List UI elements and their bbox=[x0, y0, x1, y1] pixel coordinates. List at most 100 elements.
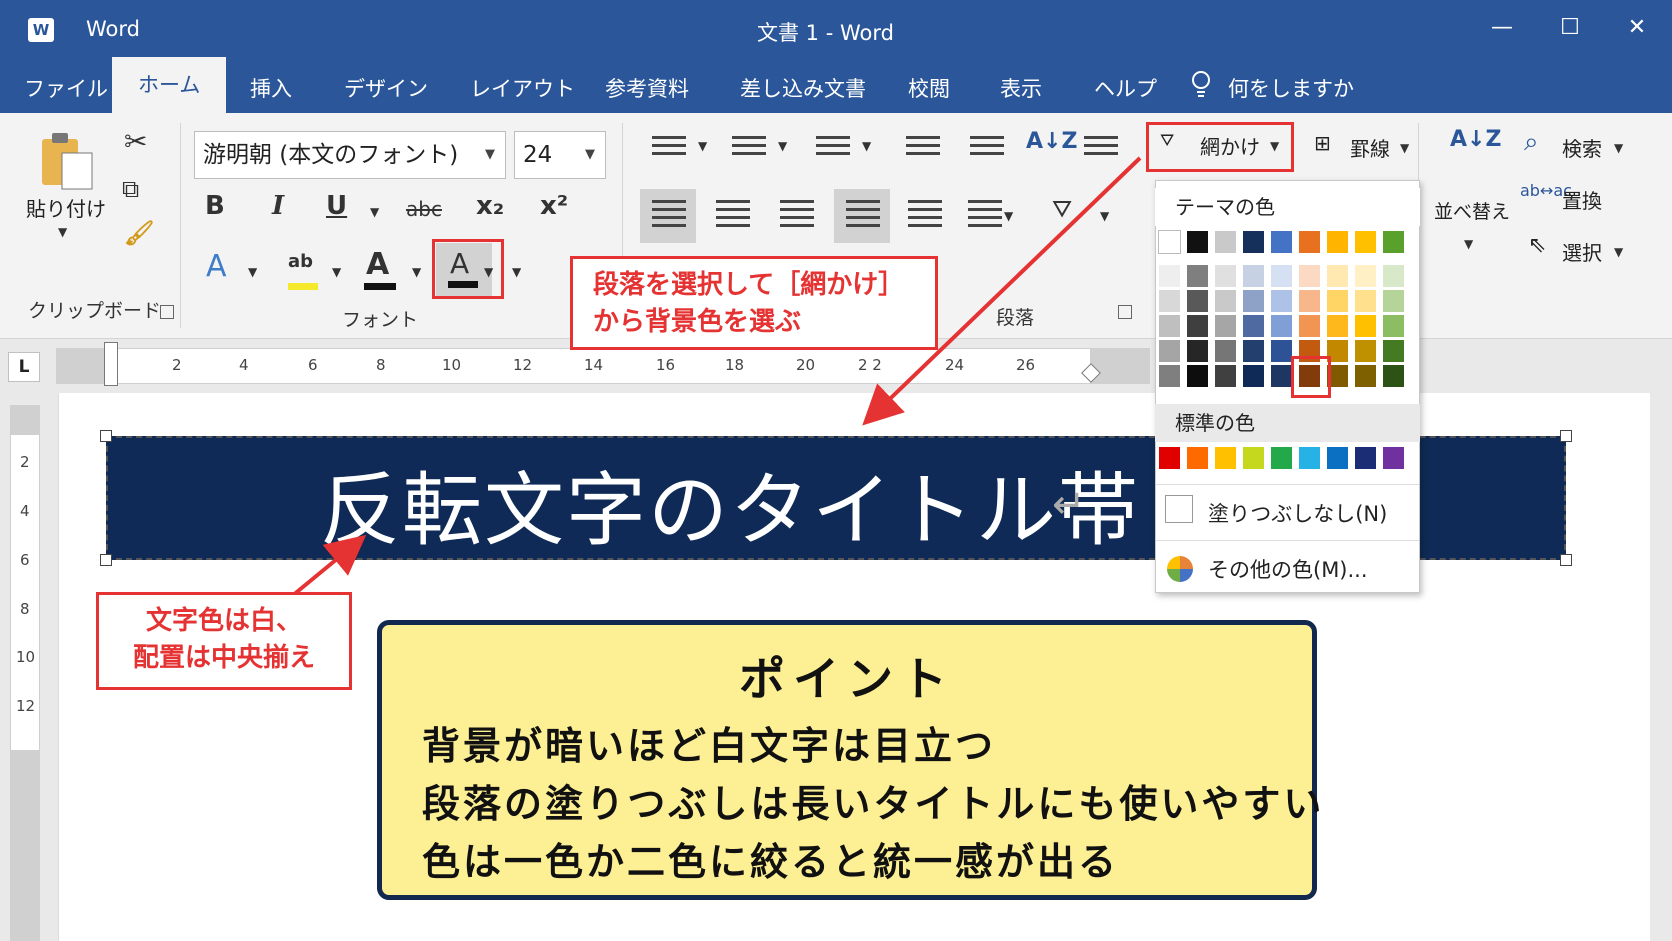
sort-icon[interactable]: A↓Z bbox=[1026, 129, 1077, 154]
subscript-button[interactable]: x₂ bbox=[476, 191, 504, 221]
numbering-dropdown-icon[interactable]: ▼ bbox=[778, 139, 787, 153]
theme-shade-swatch[interactable] bbox=[1270, 339, 1293, 363]
theme-color-swatch[interactable] bbox=[1186, 230, 1209, 254]
tab-references[interactable]: 参考資料 bbox=[605, 69, 689, 113]
theme-shade-swatch[interactable] bbox=[1382, 314, 1405, 338]
theme-color-swatch[interactable] bbox=[1326, 230, 1349, 254]
theme-shade-swatch[interactable] bbox=[1298, 264, 1321, 288]
theme-shade-swatch[interactable] bbox=[1326, 264, 1349, 288]
theme-shade-swatch[interactable] bbox=[1242, 339, 1265, 363]
theme-shade-swatch[interactable] bbox=[1298, 289, 1321, 313]
borders-dropdown-icon[interactable]: ▼ bbox=[1400, 141, 1409, 155]
theme-color-swatch[interactable] bbox=[1298, 230, 1321, 254]
tab-file[interactable]: ファイル bbox=[24, 69, 108, 113]
paragraph-shading-small-dropdown-icon[interactable]: ▼ bbox=[1100, 209, 1109, 223]
theme-shade-swatch[interactable] bbox=[1186, 339, 1209, 363]
tab-review[interactable]: 校閲 bbox=[908, 69, 950, 113]
theme-shade-swatch[interactable] bbox=[1214, 339, 1237, 363]
paste-icon[interactable] bbox=[40, 131, 96, 193]
theme-color-swatch[interactable] bbox=[1242, 230, 1265, 254]
indent-marker[interactable] bbox=[104, 342, 118, 386]
numbering-icon[interactable] bbox=[732, 131, 766, 160]
theme-shade-swatch[interactable] bbox=[1326, 289, 1349, 313]
theme-shade-swatch[interactable] bbox=[1382, 264, 1405, 288]
theme-shade-swatch[interactable] bbox=[1382, 364, 1405, 388]
paragraph-launcher-icon[interactable] bbox=[1118, 305, 1132, 319]
increase-indent-icon[interactable] bbox=[970, 131, 1004, 160]
theme-shade-swatch[interactable] bbox=[1242, 364, 1265, 388]
line-spacing-dropdown-icon[interactable]: ▼ bbox=[1004, 209, 1013, 223]
theme-shade-swatch[interactable] bbox=[1214, 314, 1237, 338]
maximize-button[interactable]: ☐ bbox=[1548, 10, 1592, 46]
bullets-dropdown-icon[interactable]: ▼ bbox=[698, 139, 707, 153]
theme-shade-swatch[interactable] bbox=[1354, 314, 1377, 338]
format-painter-icon[interactable]: 🖌 bbox=[124, 219, 154, 247]
standard-color-swatch[interactable] bbox=[1326, 446, 1349, 470]
theme-shade-swatch[interactable] bbox=[1158, 289, 1181, 313]
line-spacing-icon[interactable] bbox=[968, 195, 1002, 232]
align-left-icon[interactable] bbox=[652, 195, 686, 232]
copy-icon[interactable]: ⧉ bbox=[122, 175, 139, 203]
tab-selector[interactable]: L bbox=[8, 352, 40, 382]
distribute-icon[interactable] bbox=[908, 195, 942, 232]
theme-shade-swatch[interactable] bbox=[1186, 314, 1209, 338]
decrease-indent-icon[interactable] bbox=[906, 131, 940, 160]
theme-color-swatch[interactable] bbox=[1270, 230, 1293, 254]
theme-color-swatch[interactable] bbox=[1354, 230, 1377, 254]
theme-shade-swatch[interactable] bbox=[1158, 364, 1181, 388]
theme-shade-swatch[interactable] bbox=[1158, 264, 1181, 288]
select-button[interactable]: 選択 bbox=[1562, 237, 1602, 266]
replace-button[interactable]: 置換 bbox=[1562, 185, 1602, 214]
sort-dropdown-icon[interactable]: ▼ bbox=[1464, 237, 1473, 251]
highlight-button[interactable]: ab bbox=[288, 251, 313, 272]
theme-shade-swatch[interactable] bbox=[1158, 339, 1181, 363]
standard-color-swatch[interactable] bbox=[1214, 446, 1237, 470]
tab-design[interactable]: デザイン bbox=[344, 69, 428, 113]
more-colors-label[interactable]: その他の色(M)... bbox=[1208, 554, 1368, 584]
theme-shade-swatch[interactable] bbox=[1270, 264, 1293, 288]
theme-shade-swatch[interactable] bbox=[1382, 289, 1405, 313]
text-effects-button[interactable]: A bbox=[206, 249, 227, 284]
standard-color-swatch[interactable] bbox=[1158, 446, 1181, 470]
paragraph-shading-icon[interactable]: ⛛ bbox=[1052, 195, 1072, 223]
theme-shade-swatch[interactable] bbox=[1382, 339, 1405, 363]
tab-home[interactable]: ホーム bbox=[112, 57, 227, 113]
multilevel-dropdown-icon[interactable]: ▼ bbox=[862, 139, 871, 153]
theme-shade-swatch[interactable] bbox=[1242, 314, 1265, 338]
text-effects-dropdown-icon[interactable]: ▼ bbox=[248, 265, 257, 279]
paste-button[interactable]: 貼り付け bbox=[26, 193, 106, 222]
theme-shade-swatch[interactable] bbox=[1214, 289, 1237, 313]
underline-button[interactable]: U bbox=[326, 191, 347, 221]
theme-shade-swatch[interactable] bbox=[1270, 289, 1293, 313]
theme-shade-swatch[interactable] bbox=[1354, 339, 1377, 363]
theme-shade-swatch[interactable] bbox=[1354, 289, 1377, 313]
title-band-text[interactable]: 反転文字のタイトル帯 bbox=[320, 446, 1140, 562]
cut-icon[interactable]: ✂ bbox=[124, 125, 147, 158]
font-color-dropdown-icon[interactable]: ▼ bbox=[412, 265, 421, 279]
theme-shade-swatch[interactable] bbox=[1214, 364, 1237, 388]
strikethrough-button[interactable]: abc bbox=[406, 197, 442, 221]
find-button[interactable]: 検索 bbox=[1562, 133, 1602, 162]
bullets-icon[interactable] bbox=[652, 131, 686, 160]
no-fill-label[interactable]: 塗りつぶしなし(N) bbox=[1208, 498, 1387, 528]
minimize-button[interactable]: — bbox=[1480, 10, 1524, 46]
selection-handle[interactable] bbox=[100, 430, 112, 442]
horizontal-ruler[interactable] bbox=[56, 348, 1096, 384]
standard-color-swatch[interactable] bbox=[1242, 446, 1265, 470]
tell-me-search[interactable]: 何をしますか bbox=[1228, 69, 1354, 113]
standard-color-swatch[interactable] bbox=[1270, 446, 1293, 470]
show-marks-icon[interactable] bbox=[1084, 131, 1118, 160]
tab-insert[interactable]: 挿入 bbox=[250, 69, 292, 113]
tab-view[interactable]: 表示 bbox=[1000, 69, 1042, 113]
highlight-dropdown-icon[interactable]: ▼ bbox=[332, 265, 341, 279]
theme-shade-swatch[interactable] bbox=[1214, 264, 1237, 288]
standard-color-swatch[interactable] bbox=[1298, 446, 1321, 470]
theme-shade-swatch[interactable] bbox=[1186, 264, 1209, 288]
standard-color-swatch[interactable] bbox=[1382, 446, 1405, 470]
selection-handle[interactable] bbox=[100, 554, 112, 566]
italic-button[interactable]: I bbox=[272, 191, 284, 221]
align-center-icon[interactable] bbox=[716, 195, 750, 232]
theme-shade-swatch[interactable] bbox=[1186, 364, 1209, 388]
standard-color-swatch[interactable] bbox=[1186, 446, 1209, 470]
sort-large-icon[interactable]: A↓Z bbox=[1450, 127, 1501, 152]
